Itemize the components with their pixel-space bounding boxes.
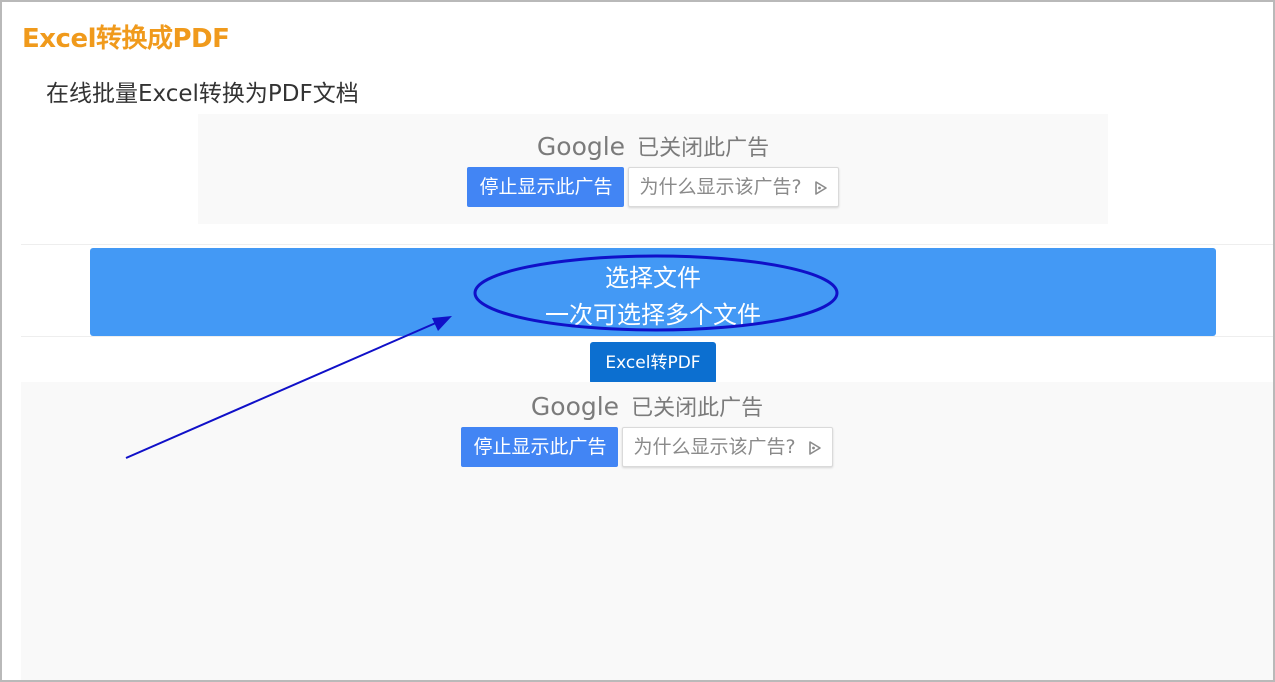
ad-closed-text: 已关闭此广告 <box>631 396 764 421</box>
ad-header: Google 已关闭此广告 <box>21 390 1273 422</box>
stop-ad-button[interactable]: 停止显示此广告 <box>467 167 625 207</box>
page-title: Excel转换成PDF <box>22 24 230 54</box>
google-logo: Google <box>536 131 626 161</box>
page-subtitle: 在线批量Excel转换为PDF文档 <box>46 81 359 107</box>
why-ad-label: 为什么显示该广告? <box>639 176 802 198</box>
convert-button[interactable]: Excel转PDF <box>590 342 716 384</box>
why-ad-button[interactable]: 为什么显示该广告? <box>628 167 839 207</box>
why-ad-button[interactable]: 为什么显示该广告? <box>622 427 833 467</box>
ad-header: Google 已关闭此广告 <box>198 130 1108 162</box>
page-frame: Excel转换成PDF 在线批量Excel转换为PDF文档 Google 已关闭此… <box>0 0 1275 682</box>
ad-placeholder-bottom: Google 已关闭此广告 停止显示此广告 为什么显示该广告? <box>21 382 1273 680</box>
select-files-title: 选择文件 <box>605 264 701 292</box>
divider-lower <box>21 336 1273 337</box>
ad-buttons: 停止显示此广告 为什么显示该广告? <box>21 427 1273 467</box>
select-files-button[interactable]: 选择文件 一次可选择多个文件 <box>90 248 1216 336</box>
ad-buttons: 停止显示此广告 为什么显示该广告? <box>198 167 1108 207</box>
adchoices-icon <box>808 440 821 455</box>
select-files-hint: 一次可选择多个文件 <box>545 301 761 329</box>
adchoices-icon <box>814 180 827 195</box>
google-logo: Google <box>530 391 620 421</box>
why-ad-label: 为什么显示该广告? <box>633 436 796 458</box>
ad-closed-text: 已关闭此广告 <box>637 136 770 161</box>
divider-upper <box>21 244 1273 245</box>
ad-placeholder-top: Google 已关闭此广告 停止显示此广告 为什么显示该广告? <box>198 114 1108 224</box>
stop-ad-button[interactable]: 停止显示此广告 <box>461 427 619 467</box>
